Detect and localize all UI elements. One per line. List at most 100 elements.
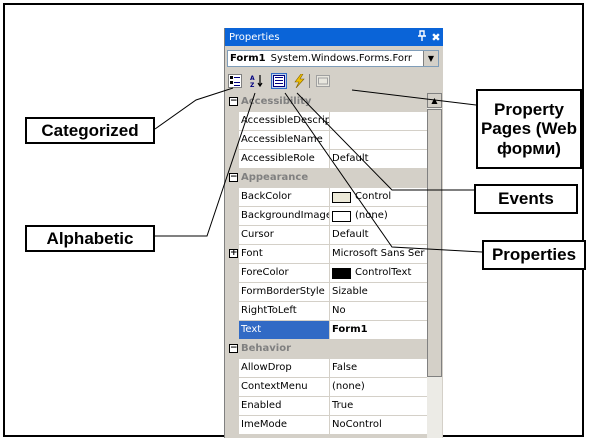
callout-categorized: Categorized [25,117,155,144]
alphabetic-icon: A Z [250,75,263,88]
title-bar: Properties ✖ [225,28,443,46]
property-value-text: (none) [332,381,365,392]
row-gutter: − [227,169,239,188]
property-value-text: Microsoft Sans Ser [332,248,425,259]
category-row[interactable]: − Accessibility [227,93,427,112]
callout-events: Events [474,184,578,214]
property-name: Font [239,245,330,264]
properties-button[interactable] [271,73,287,89]
property-name: RightToLeft [239,302,330,321]
property-row[interactable]: BackColor Control [227,188,427,207]
property-name: BackColor [239,188,330,207]
color-swatch [332,210,351,222]
property-row[interactable]: AllowDrop False [227,359,427,378]
property-name: BackgroundImage [239,207,330,226]
property-value[interactable]: Form1 [330,321,427,340]
row-gutter [227,188,239,207]
property-row[interactable]: BackgroundImage (none) [227,207,427,226]
color-swatch [332,267,351,279]
row-gutter [227,359,239,378]
property-name: AccessibleRole [239,150,330,169]
property-value[interactable]: No [330,302,427,321]
callout-properties: Properties [482,240,586,270]
row-gutter: − [227,435,239,438]
row-gutter [227,397,239,416]
property-name: FormBorderStyle [239,283,330,302]
property-value[interactable]: True [330,397,427,416]
chevron-down-icon[interactable]: ▼ [423,51,438,66]
property-row[interactable]: AccessibleDescrip [227,112,427,131]
property-name: AccessibleDescrip [239,112,330,131]
property-row[interactable]: ForeColor ControlText [227,264,427,283]
property-value[interactable]: Default [330,226,427,245]
row-gutter: + [227,245,239,264]
property-grid: − Accessibility AccessibleDescrip Accessibl… [227,93,427,438]
row-gutter [227,150,239,169]
property-row[interactable]: Enabled True [227,397,427,416]
property-value[interactable] [330,131,427,150]
property-row[interactable]: FormBorderStyle Sizable [227,283,427,302]
property-row[interactable]: AccessibleName [227,131,427,150]
close-button[interactable]: ✖ [429,31,443,44]
property-value-text: (none) [355,210,388,221]
row-gutter [227,416,239,435]
collapse-icon[interactable]: − [229,344,238,353]
pin-icon[interactable] [415,30,429,44]
property-row[interactable]: RightToLeft No [227,302,427,321]
object-name: Form1 [230,53,266,64]
property-name: ForeColor [239,264,330,283]
category-row[interactable]: − Behavior [227,340,427,359]
category-row[interactable]: − Appearance [227,169,427,188]
svg-text:Z: Z [250,82,255,88]
property-value[interactable]: Sizable [330,283,427,302]
property-value-text: Default [332,229,369,240]
property-value-text: Control [355,191,392,202]
collapse-icon[interactable]: − [229,173,238,182]
property-value[interactable]: Microsoft Sans Ser [330,245,427,264]
property-value-text: No [332,305,346,316]
property-value[interactable]: NoControl [330,416,427,435]
row-gutter [227,207,239,226]
close-icon: ✖ [431,30,441,44]
property-value-text: NoControl [332,419,382,430]
categorized-button[interactable] [227,73,243,89]
property-row[interactable]: Text Form1 [227,321,427,340]
property-value[interactable]: Default [330,150,427,169]
row-gutter [227,302,239,321]
properties-icon [273,75,285,87]
scroll-thumb[interactable] [427,109,442,377]
property-name: Enabled [239,397,330,416]
property-name: Text [239,321,330,340]
property-pages-button[interactable] [315,73,331,89]
property-value[interactable]: False [330,359,427,378]
row-gutter [227,226,239,245]
property-value-text: ControlText [355,267,412,278]
property-value[interactable]: (none) [330,378,427,397]
property-row[interactable]: + Font Microsoft Sans Ser [227,245,427,264]
property-row[interactable]: ContextMenu (none) [227,378,427,397]
row-gutter: − [227,340,239,359]
events-button[interactable] [291,73,307,89]
property-value[interactable]: (none) [330,207,427,226]
collapse-icon[interactable]: − [229,97,238,106]
expand-icon[interactable]: + [229,249,238,258]
row-gutter [227,283,239,302]
property-row[interactable]: Cursor Default [227,226,427,245]
category-row[interactable]: −Configurations [227,435,427,438]
scroll-up-icon[interactable]: ▲ [427,93,442,108]
object-selector[interactable]: Form1 System.Windows.Forms.Forr ▼ [227,50,439,67]
alphabetic-button[interactable]: A Z [249,73,265,89]
vertical-scrollbar[interactable]: ▲ [427,93,442,438]
property-value[interactable]: Control [330,188,427,207]
property-value[interactable]: ControlText [330,264,427,283]
property-name: AccessibleName [239,131,330,150]
property-value[interactable] [330,112,427,131]
category-label: Appearance [241,172,309,183]
callout-alphabetic: Alphabetic [25,225,155,252]
property-row[interactable]: AccessibleRole Default [227,150,427,169]
property-value-text: Sizable [332,286,368,297]
properties-toolbar: A Z [225,70,443,92]
property-name: AllowDrop [239,359,330,378]
toolbar-separator [309,74,310,88]
property-row[interactable]: ImeMode NoControl [227,416,427,435]
